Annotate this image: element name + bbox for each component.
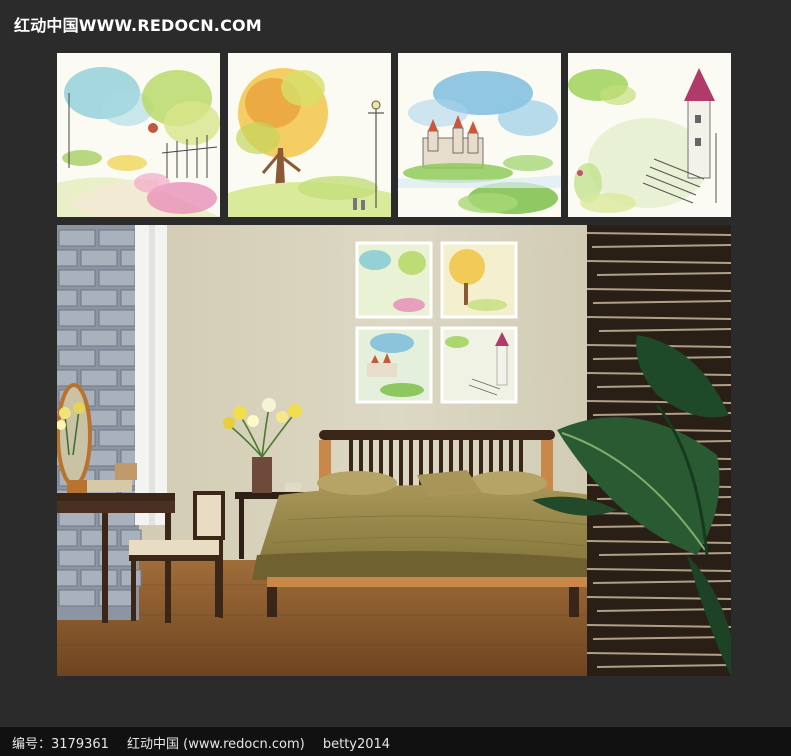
painting-set bbox=[57, 53, 731, 217]
painting-autumn-tree bbox=[228, 53, 391, 217]
painting-castle bbox=[398, 53, 561, 217]
bedroom-scene bbox=[57, 225, 731, 676]
footer-info: 编号：3179361 红动中国 (www.redocn.com) betty20… bbox=[12, 733, 404, 752]
site-title: 红动中国WWW.REDOCN.COM bbox=[14, 16, 262, 35]
site-link[interactable]: 红动中国 (www.redocn.com) bbox=[127, 737, 305, 752]
painting-tower bbox=[568, 53, 731, 217]
image-id-label: 编号：3179361 bbox=[12, 737, 109, 752]
author-label: betty2014 bbox=[322, 737, 391, 752]
painting-garden-path bbox=[57, 53, 220, 217]
